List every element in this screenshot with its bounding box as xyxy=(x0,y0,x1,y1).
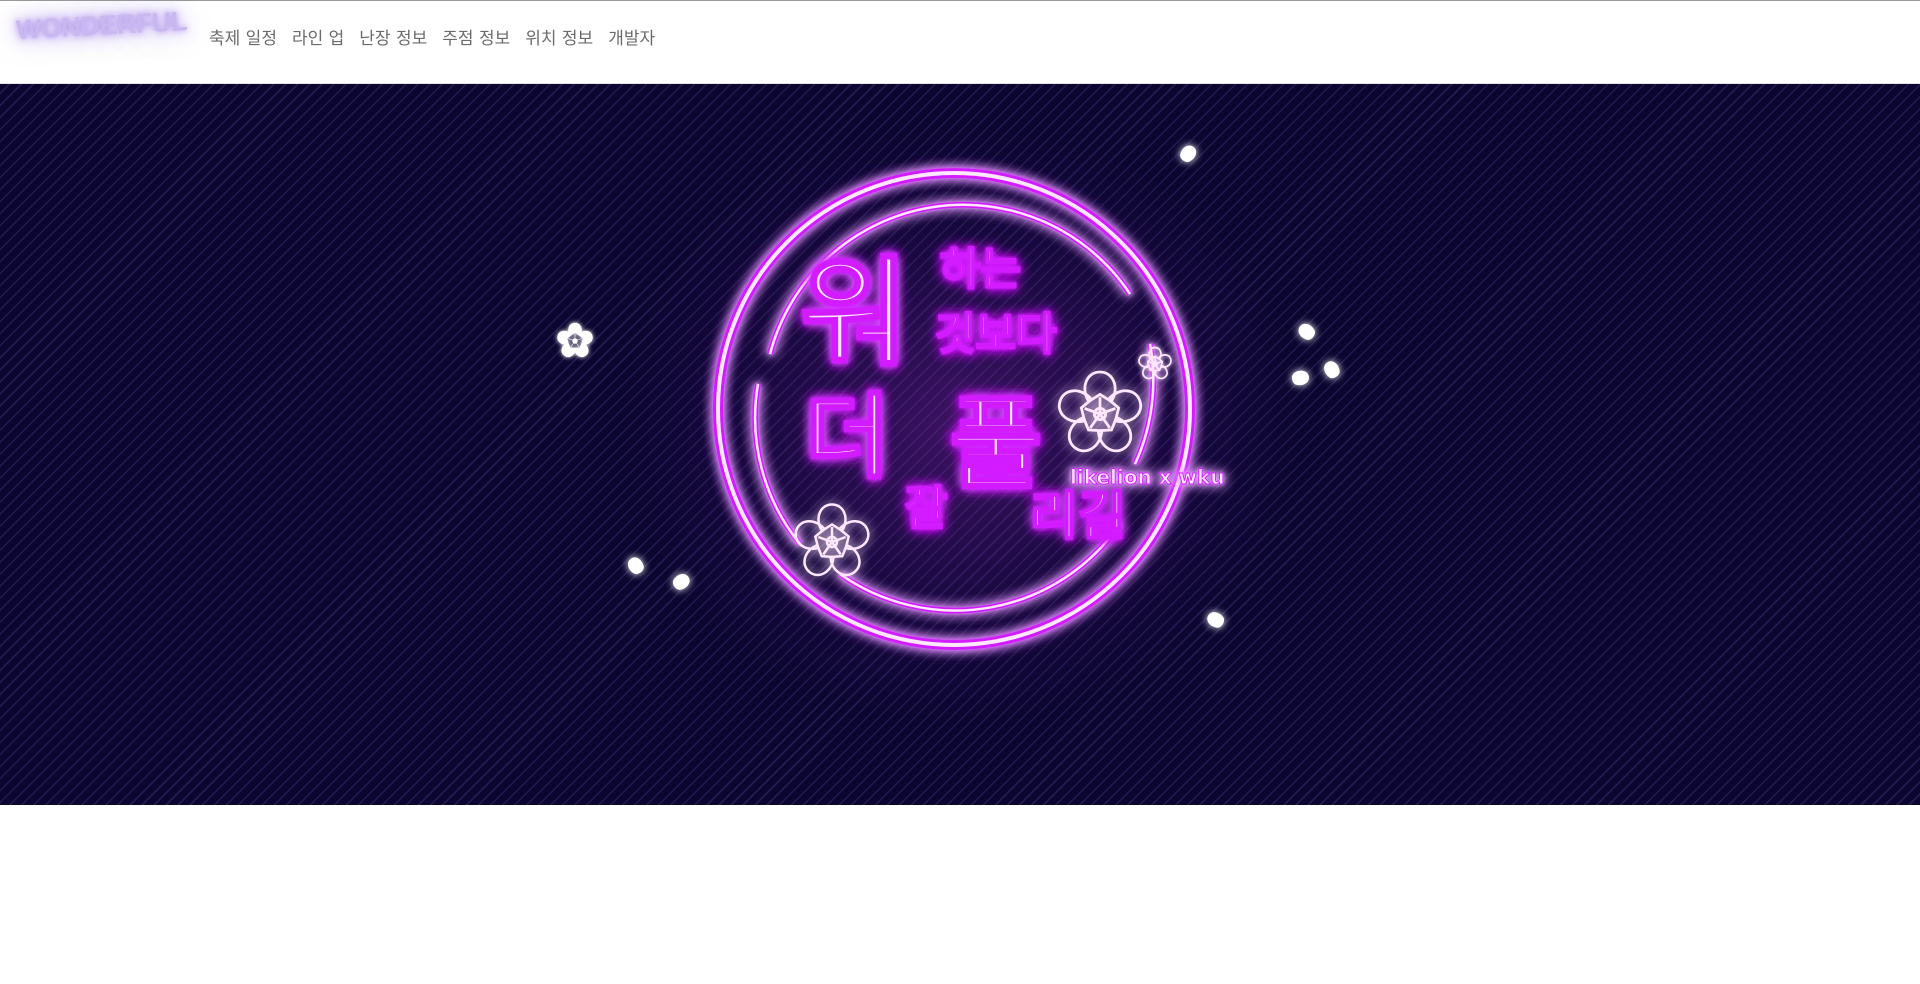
nav-item-booth-info[interactable]: 난장 정보 xyxy=(359,27,427,51)
slogan-word-5: 잘 xyxy=(905,481,947,535)
slogan-word-3: 것보다 xyxy=(935,309,1056,360)
slogan-word-6: 풀 xyxy=(950,386,1042,503)
tagline: likelion x wku xyxy=(1070,465,1225,489)
slogan-word-2: 하는 xyxy=(940,244,1021,295)
hero-banner: 워 하는 것보다 더 잘 풀 리길 likelion x wku xyxy=(0,84,1920,805)
blossom-large-right xyxy=(1053,370,1147,459)
brand-logo[interactable]: WONDERFUL xyxy=(15,6,187,46)
nav-item-lineup[interactable]: 라인 업 xyxy=(292,27,344,51)
blossom-white-left xyxy=(555,322,595,360)
slogan-word-1: 워 xyxy=(800,244,909,382)
slogan-word-4: 더 xyxy=(805,384,890,491)
nav-item-developers[interactable]: 개발자 xyxy=(608,27,655,51)
hero-artwork: 워 하는 것보다 더 잘 풀 리길 likelion x wku xyxy=(555,142,1343,650)
blossom-large-left xyxy=(790,503,874,582)
nav-item-location-info[interactable]: 위치 정보 xyxy=(525,27,593,51)
main-nav: 축제 일정 라인 업 난장 정보 주점 정보 위치 정보 개발자 xyxy=(209,27,670,51)
slogan-word-7: 리길 xyxy=(1030,487,1126,547)
page-content-area xyxy=(0,805,1920,984)
navbar: WONDERFUL 축제 일정 라인 업 난장 정보 주점 정보 위치 정보 개… xyxy=(0,1,1920,84)
nav-item-pub-info[interactable]: 주점 정보 xyxy=(442,27,510,51)
nav-item-festival-schedule[interactable]: 축제 일정 xyxy=(209,27,277,51)
